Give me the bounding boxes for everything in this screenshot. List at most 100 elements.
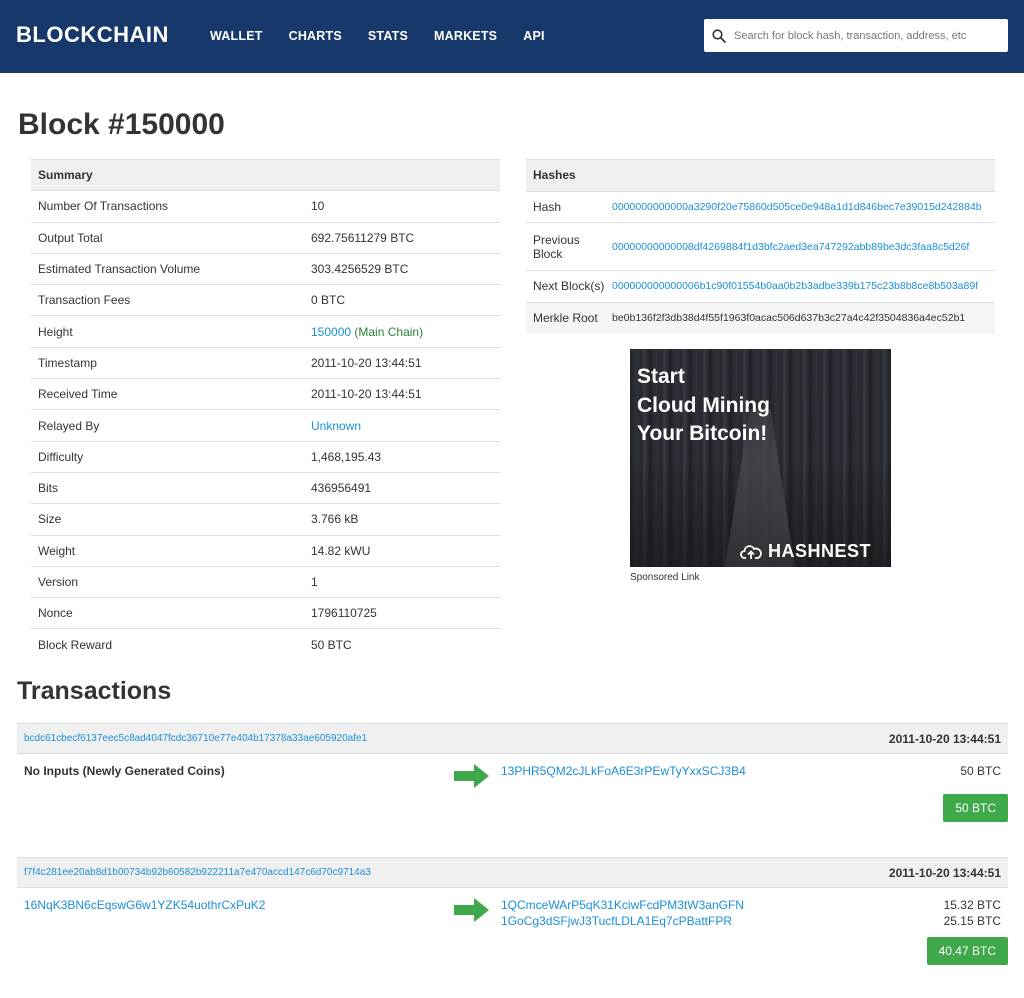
summary-row: Transaction Fees 0 BTC: [31, 284, 500, 316]
page-title: Block #150000: [18, 108, 225, 141]
transactions-heading: Transactions: [17, 677, 172, 705]
block-hash-link[interactable]: 0000000000000a3290f20e75860d505ce0e948a1…: [612, 201, 982, 213]
ad-headline-line: Your Bitcoin!: [637, 422, 768, 445]
hash-label: Hash: [526, 190, 612, 223]
summary-label: Nonce: [31, 597, 304, 629]
hash-label: Previous Block: [526, 222, 612, 271]
summary-row: Output Total 692.75611279 BTC: [31, 221, 500, 254]
hashes-header-row: Hashes: [526, 159, 995, 191]
summary-label: Height: [31, 315, 304, 348]
main-nav: WALLET CHARTS STATS MARKETS API: [210, 29, 571, 43]
transaction-card: bcdc61cbecf6137eec5c8ad4047fcdc36710e77e…: [17, 723, 1008, 864]
transaction-body: 16NqK3BN6cEqswG6w1YZK54uothrCxPuK2 1QCmc…: [17, 888, 1008, 998]
summary-label: Timestamp: [31, 346, 304, 379]
hashes-table: Hashes Hash 0000000000000a3290f20e75860d5…: [526, 159, 995, 334]
nav-api[interactable]: API: [523, 29, 544, 43]
summary-row: Height 150000 (Main Chain): [31, 315, 500, 348]
nav-wallet[interactable]: WALLET: [210, 29, 263, 43]
hash-value: 00000000000008df4269884f1d3bfc2aed3ea747…: [612, 222, 995, 271]
previous-block-link[interactable]: 00000000000008df4269884f1d3bfc2aed3ea747…: [612, 241, 969, 253]
summary-value: 1,468,195.43: [304, 440, 500, 473]
summary-label: Received Time: [31, 378, 304, 410]
hash-label: Next Block(s): [526, 270, 612, 302]
transaction-outputs: 1QCmceWArP5qK31KciwFcdPM3tW3anGFN 1GoCg3…: [501, 897, 744, 929]
summary-row: Bits 436956491: [31, 471, 500, 504]
hash-value: 0000000000000a3290f20e75860d505ce0e948a1…: [612, 190, 995, 223]
hash-row: Merkle Root be0b136f2f3db38d4f55f1963f0ac…: [526, 301, 995, 334]
summary-label: Difficulty: [31, 440, 304, 473]
summary-value: 692.75611279 BTC: [304, 221, 500, 254]
transaction-hash-link[interactable]: f7f4c281ee20ab8d1b00734b92b60582b922211a…: [24, 867, 371, 878]
summary-value: Unknown: [304, 409, 500, 442]
summary-value: 436956491: [304, 471, 500, 504]
search-input[interactable]: [734, 29, 1004, 42]
output-address-link[interactable]: 1QCmceWArP5qK31KciwFcdPM3tW3anGFN: [501, 897, 744, 913]
nav-stats[interactable]: STATS: [368, 29, 408, 43]
transaction-total-button[interactable]: 40.47 BTC: [926, 937, 1008, 965]
search-icon: [704, 19, 734, 52]
summary-header-row: Summary: [31, 158, 500, 191]
transaction-header: bcdc61cbecf6137eec5c8ad4047fcdc36710e77e…: [17, 723, 1008, 754]
summary-value: 0 BTC: [304, 284, 500, 316]
hashnest-ad[interactable]: Start Cloud Mining Your Bitcoin! HASHNES…: [630, 349, 891, 567]
summary-label: Number Of Transactions: [31, 190, 304, 223]
input-address-link[interactable]: 16NqK3BN6cEqswG6w1YZK54uothrCxPuK2: [24, 898, 265, 912]
summary-label: Block Reward: [31, 628, 304, 661]
next-block-link[interactable]: 000000000000006b1c90f01554b0aa0b2b3adbe3…: [612, 280, 978, 292]
output-address-link[interactable]: 1GoCg3dSFjwJ3TucfLDLA1Eq7cPBattFPR: [501, 913, 744, 929]
summary-label: Version: [31, 565, 304, 598]
summary-label: Transaction Fees: [31, 284, 304, 316]
summary-row: Timestamp 2011-10-20 13:44:51: [31, 346, 500, 379]
summary-row: Received Time 2011-10-20 13:44:51: [31, 378, 500, 410]
transaction-input: No Inputs (Newly Generated Coins): [24, 764, 225, 778]
hash-label: Merkle Root: [526, 301, 612, 334]
summary-label: Estimated Transaction Volume: [31, 252, 304, 285]
ad-brand: HASHNEST: [740, 541, 871, 562]
ad-brand-name: HASHNEST: [768, 541, 872, 561]
blockchain-logo[interactable]: BLOCKCHAIN: [16, 22, 169, 48]
hash-row: Next Block(s) 000000000000006b1c90f01554b…: [526, 270, 995, 302]
merkle-root-value: be0b136f2f3db38d4f55f1963f0acac506d637b3…: [612, 301, 995, 334]
hash-row: Hash 0000000000000a3290f20e75860d505ce0e9…: [526, 190, 995, 223]
transaction-amounts: 15.32 BTC 25.15 BTC: [944, 897, 1001, 929]
summary-row: Relayed By Unknown: [31, 409, 500, 442]
hash-value: 000000000000006b1c90f01554b0aa0b2b3adbe3…: [612, 270, 995, 302]
summary-value: 3.766 kB: [304, 503, 500, 536]
summary-table: Summary Number Of Transactions 10 Output …: [31, 158, 500, 661]
summary-row: Block Reward 50 BTC: [31, 628, 500, 661]
output-amount: 15.32 BTC: [943, 898, 1001, 912]
arrow-right-icon: [454, 764, 489, 788]
summary-value: 2011-10-20 13:44:51: [304, 346, 500, 379]
cloud-upload-icon: [740, 544, 762, 559]
transaction-hash-link[interactable]: bcdc61cbecf6137eec5c8ad4047fcdc36710e77e…: [24, 733, 367, 744]
summary-row: Nonce 1796110725: [31, 597, 500, 629]
summary-value: 14.82 kWU: [304, 534, 500, 567]
transaction-body: No Inputs (Newly Generated Coins) 13PHR5…: [17, 754, 1008, 864]
summary-value: 2011-10-20 13:44:51: [304, 378, 500, 410]
transaction-total-button[interactable]: 50 BTC: [943, 794, 1008, 822]
relayed-by-link[interactable]: Unknown: [311, 419, 361, 433]
summary-heading: Summary: [31, 158, 500, 191]
main-chain-badge: (Main Chain): [354, 324, 424, 339]
transaction-outputs: 13PHR5QM2cJLkFoA6E3rPEwTyYxxSCJ3B4: [501, 763, 746, 779]
summary-value: 1796110725: [304, 597, 500, 629]
summary-row: Weight 14.82 kWU: [31, 534, 500, 567]
output-address-link[interactable]: 13PHR5QM2cJLkFoA6E3rPEwTyYxxSCJ3B4: [501, 763, 746, 779]
summary-label: Size: [31, 503, 304, 536]
summary-label: Relayed By: [31, 409, 304, 442]
top-nav-bar: BLOCKCHAIN WALLET CHARTS STATS MARKETS A…: [0, 0, 1024, 73]
summary-label: Output Total: [31, 221, 304, 254]
height-link[interactable]: 150000: [311, 325, 351, 339]
nav-charts[interactable]: CHARTS: [289, 29, 342, 43]
output-amount: 50 BTC: [960, 764, 1001, 778]
summary-row: Size 3.766 kB: [31, 503, 500, 536]
nav-markets[interactable]: MARKETS: [434, 29, 497, 43]
hash-row: Previous Block 00000000000008df4269884f1d…: [526, 222, 995, 271]
ad-headline: Start Cloud Mining Your Bitcoin!: [637, 363, 770, 449]
search-box: [704, 19, 1008, 52]
transaction-header: f7f4c281ee20ab8d1b00734b92b60582b922211a…: [17, 857, 1008, 888]
summary-row: Difficulty 1,468,195.43: [31, 440, 500, 473]
output-amount: 25.15 BTC: [943, 914, 1001, 928]
summary-value: 303.4256529 BTC: [304, 252, 500, 285]
transaction-time: 2011-10-20 13:44:51: [888, 865, 1001, 880]
